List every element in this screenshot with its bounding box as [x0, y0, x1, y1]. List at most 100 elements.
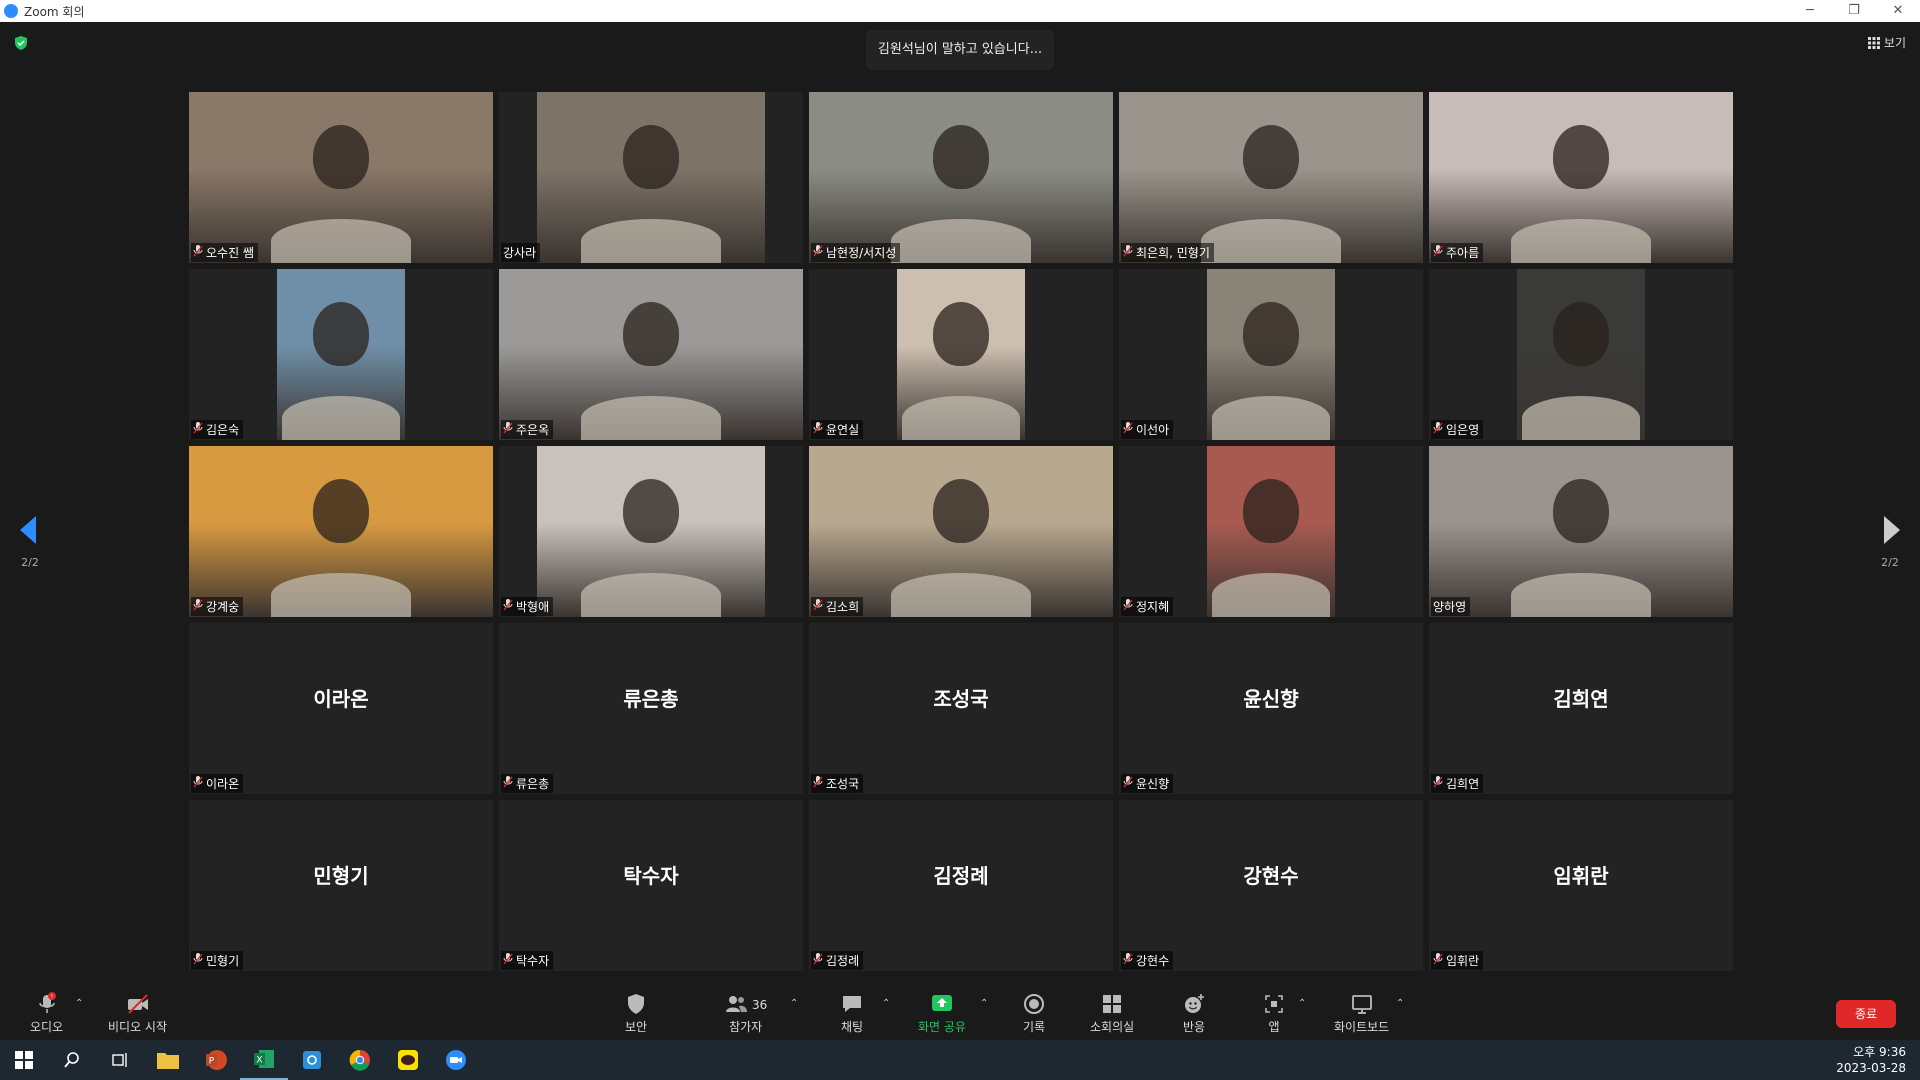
whiteboard-options-caret[interactable]: ⌃: [1396, 998, 1404, 1009]
participant-display-name: 임휘란: [1553, 864, 1609, 888]
share-screen-button[interactable]: 화면 공유: [918, 992, 966, 1035]
audio-options-caret[interactable]: ⌃: [75, 998, 83, 1009]
participant-tile[interactable]: 강사라: [499, 92, 803, 263]
apps-options-caret[interactable]: ⌃: [1298, 998, 1306, 1009]
participant-name: 양하영: [1433, 600, 1467, 614]
participant-tile[interactable]: 정지혜: [1119, 446, 1423, 617]
participant-name-label: 윤연실: [811, 420, 864, 439]
participant-video: [537, 446, 765, 617]
participant-tile[interactable]: 조성국 조성국: [809, 623, 1113, 794]
participant-display-name: 이라온: [313, 687, 369, 711]
participant-tile[interactable]: 박형애: [499, 446, 803, 617]
participant-display-name: 조성국: [933, 687, 989, 711]
participant-tile[interactable]: 이선아: [1119, 269, 1423, 440]
muted-mic-icon: [1123, 776, 1133, 791]
restore-button[interactable]: ❐: [1832, 0, 1876, 22]
windows-start-icon[interactable]: [0, 1040, 48, 1080]
search-icon[interactable]: [48, 1040, 96, 1080]
chat-button[interactable]: 채팅: [840, 992, 864, 1035]
participant-tile[interactable]: 류은총 류은총: [499, 623, 803, 794]
participant-tile[interactable]: 김소희: [809, 446, 1113, 617]
participant-video: [189, 92, 493, 263]
participant-tile[interactable]: 윤신향 윤신향: [1119, 623, 1423, 794]
apps-button[interactable]: 앱: [1262, 992, 1286, 1035]
clock-time: 오후 9:36: [1853, 1045, 1906, 1059]
participant-silhouette: [313, 478, 369, 543]
participant-body: [1511, 573, 1651, 617]
end-meeting-button[interactable]: 종료: [1836, 1000, 1896, 1028]
excel-icon[interactable]: X: [240, 1040, 288, 1080]
close-button[interactable]: ✕: [1876, 0, 1920, 22]
participant-tile[interactable]: 남현정/서지성: [809, 92, 1113, 263]
participant-tile[interactable]: 강계숭: [189, 446, 493, 617]
participants-button[interactable]: 36 참가자: [724, 992, 767, 1035]
system-clock[interactable]: 오후 9:36 2023-03-28: [1836, 1044, 1906, 1076]
participant-tile[interactable]: 임은영: [1429, 269, 1733, 440]
participant-body: [902, 396, 1020, 440]
participant-tile[interactable]: 최은희, 민형기: [1119, 92, 1423, 263]
participant-tile[interactable]: 오수진 쌤: [189, 92, 493, 263]
chrome-icon[interactable]: [336, 1040, 384, 1080]
powerpoint-icon[interactable]: P: [192, 1040, 240, 1080]
record-label: 기록: [1022, 1020, 1046, 1034]
participants-options-caret[interactable]: ⌃: [790, 998, 798, 1009]
participant-tile[interactable]: 양하영: [1429, 446, 1733, 617]
participant-tile[interactable]: 김희연 김희연: [1429, 623, 1733, 794]
participant-video: [1207, 269, 1335, 440]
participant-silhouette: [1553, 124, 1609, 189]
participant-body: [581, 573, 721, 617]
participant-silhouette: [1243, 478, 1299, 543]
start-video-button[interactable]: 비디오 시작: [108, 992, 167, 1035]
participant-tile[interactable]: 주아름: [1429, 92, 1733, 263]
minimize-button[interactable]: ─: [1788, 0, 1832, 22]
participant-tile[interactable]: 임휘란 임휘란: [1429, 800, 1733, 971]
share-options-caret[interactable]: ⌃: [980, 998, 988, 1009]
participant-tile[interactable]: 강현수 강현수: [1119, 800, 1423, 971]
video-label: 비디오 시작: [108, 1020, 168, 1034]
apps-label: 앱: [1268, 1020, 1280, 1034]
participant-video: [1429, 446, 1733, 617]
participant-tile[interactable]: 주은옥: [499, 269, 803, 440]
video-off-icon: [127, 994, 148, 1014]
view-label: 보기: [1883, 36, 1906, 50]
audio-button[interactable]: ! 오디오: [30, 992, 63, 1035]
whiteboard-button[interactable]: 화이트보드: [1334, 992, 1389, 1035]
participant-name-label: 조성국: [811, 774, 864, 793]
participant-video: [189, 446, 493, 617]
file-explorer-icon[interactable]: [144, 1040, 192, 1080]
participant-video: [809, 446, 1113, 617]
hancom-icon[interactable]: [288, 1040, 336, 1080]
participant-tile[interactable]: 민형기 민형기: [189, 800, 493, 971]
participants-icon: [726, 996, 747, 1012]
participant-tile[interactable]: 김정례 김정례: [809, 800, 1113, 971]
breakout-rooms-button[interactable]: 소회의실: [1090, 992, 1134, 1035]
task-view-icon[interactable]: [96, 1040, 144, 1080]
participant-silhouette: [933, 301, 989, 366]
participant-video: [537, 92, 765, 263]
muted-mic-icon: [1433, 953, 1443, 968]
record-button[interactable]: 기록: [1022, 992, 1046, 1035]
participant-display-name: 윤신향: [1243, 687, 1299, 711]
participant-silhouette: [933, 124, 989, 189]
kakaotalk-icon[interactable]: [384, 1040, 432, 1080]
participant-tile[interactable]: 탁수자 탁수자: [499, 800, 803, 971]
reactions-smiley-icon: [1185, 994, 1204, 1013]
encryption-shield-icon[interactable]: [14, 36, 28, 50]
muted-mic-icon: [1433, 245, 1443, 260]
participant-name: 김은숙: [206, 423, 240, 437]
participant-tile[interactable]: 윤연실: [809, 269, 1113, 440]
zoom-logo-icon: [4, 4, 18, 18]
zoom-taskbar-icon[interactable]: [432, 1040, 480, 1080]
security-button[interactable]: 보안: [624, 992, 648, 1035]
participants-label: 참가자: [729, 1020, 763, 1034]
participant-name: 이선아: [1136, 423, 1170, 437]
participant-tile[interactable]: 이라온 이라온: [189, 623, 493, 794]
chat-options-caret[interactable]: ⌃: [882, 998, 890, 1009]
next-page-arrow-icon[interactable]: [1884, 516, 1900, 544]
reactions-button[interactable]: 반응: [1182, 992, 1206, 1035]
participant-tile[interactable]: 김은숙: [189, 269, 493, 440]
participant-name-label: 이라온: [191, 774, 244, 793]
participant-name: 탁수자: [516, 954, 550, 968]
prev-page-arrow-icon[interactable]: [20, 516, 36, 544]
view-button[interactable]: 보기: [1867, 34, 1906, 51]
